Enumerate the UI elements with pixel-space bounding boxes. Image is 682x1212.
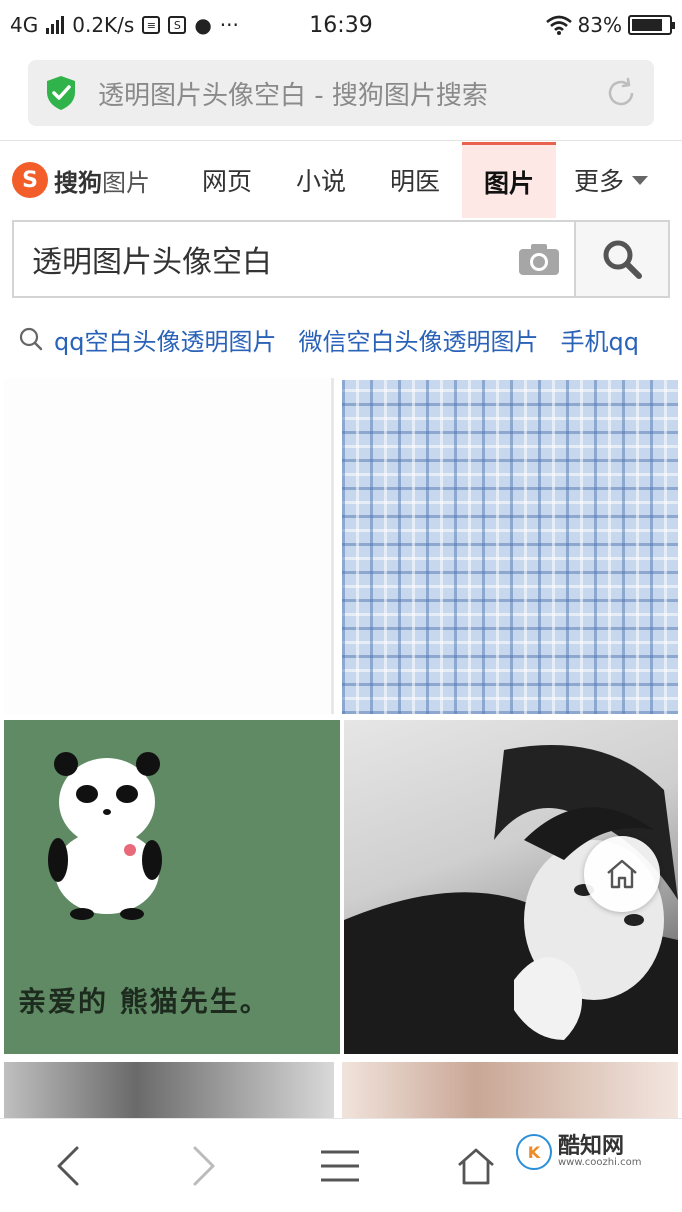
logo-text: 搜狗图片	[54, 163, 150, 198]
watermark-logo: K	[516, 1134, 552, 1170]
search-button[interactable]	[574, 222, 668, 296]
status-right: 83%	[545, 13, 675, 37]
back-arrow-icon	[57, 1146, 79, 1185]
logo-brand: 搜狗	[54, 168, 102, 197]
status-bar: 4G 0.2K/s ≡ S ● ··· 16:39 83%	[0, 0, 682, 50]
image-result-blank[interactable]	[4, 378, 334, 714]
tab-medical[interactable]: 明医	[368, 142, 462, 218]
battery-icon	[628, 15, 675, 35]
image-caption: 亲爱的 熊猫先生。	[18, 985, 270, 1018]
reload-icon[interactable]	[604, 76, 638, 110]
related-searches: qq空白头像透明图片 微信空白头像透明图片 手机qq	[0, 312, 682, 366]
camera-button[interactable]	[504, 222, 574, 296]
tab-more-label: 更多	[574, 167, 625, 196]
home-icon	[458, 1148, 494, 1184]
forward-button[interactable]	[136, 1119, 272, 1212]
related-search-link[interactable]: 手机qq	[560, 322, 638, 357]
menu-button[interactable]	[272, 1119, 408, 1212]
wifi-icon	[545, 15, 572, 35]
tab-novel[interactable]: 小说	[274, 142, 368, 218]
sim-icon: S	[168, 16, 187, 34]
watermark-text: 酷知网 www.coozhi.com	[558, 1135, 641, 1169]
site-watermark: K 酷知网 www.coozhi.com	[516, 1134, 641, 1170]
search-icon	[19, 327, 43, 351]
storage-icon: ≡	[142, 16, 161, 34]
camera-icon	[519, 244, 559, 275]
signal-icon	[46, 16, 65, 34]
forward-arrow-icon	[193, 1146, 215, 1185]
network-type: 4G	[10, 13, 39, 37]
floating-home-button[interactable]	[584, 836, 660, 912]
header-divider	[0, 140, 682, 141]
menu-icon	[321, 1150, 359, 1181]
search-input[interactable]	[14, 222, 504, 296]
clock: 16:39	[309, 12, 373, 38]
more-notifications-icon: ···	[219, 13, 239, 37]
tab-more[interactable]: 更多	[556, 162, 649, 198]
chevron-down-icon	[632, 175, 649, 185]
category-tabs: S 搜狗图片 网页 小说 明医 图片 更多	[0, 142, 682, 218]
image-results-grid: 亲爱的 熊猫先生。	[0, 378, 682, 1118]
related-search-link[interactable]: qq空白头像透明图片	[54, 322, 276, 357]
image-result-panda[interactable]: 亲爱的 熊猫先生。	[4, 720, 340, 1054]
shield-check-icon	[47, 76, 75, 110]
watermark-url: www.coozhi.com	[558, 1157, 642, 1169]
address-bar[interactable]: 透明图片头像空白 - 搜狗图片搜索	[28, 60, 654, 126]
tab-images[interactable]: 图片	[462, 142, 556, 218]
related-search-link[interactable]: 微信空白头像透明图片	[298, 322, 538, 357]
sogou-logo-icon: S	[12, 162, 48, 198]
network-speed: 0.2K/s	[72, 13, 135, 37]
message-icon: ●	[194, 13, 212, 37]
image-result-plaid[interactable]	[342, 380, 678, 714]
watermark-name: 酷知网	[558, 1134, 625, 1160]
page-title: 透明图片头像空白 - 搜狗图片搜索	[98, 80, 488, 111]
image-result-face[interactable]	[342, 1062, 678, 1118]
logo-sub: 图片	[102, 168, 150, 197]
panda-illustration	[48, 752, 162, 920]
back-button[interactable]	[0, 1119, 136, 1212]
search-icon	[603, 240, 642, 279]
status-left: 4G 0.2K/s ≡ S ● ···	[10, 13, 239, 37]
home-icon	[607, 859, 637, 889]
image-result-grey[interactable]	[4, 1062, 334, 1118]
battery-percent: 83%	[577, 13, 622, 37]
search-box	[12, 220, 670, 298]
sogou-logo[interactable]: S 搜狗图片	[0, 162, 180, 198]
tab-web[interactable]: 网页	[180, 142, 274, 218]
